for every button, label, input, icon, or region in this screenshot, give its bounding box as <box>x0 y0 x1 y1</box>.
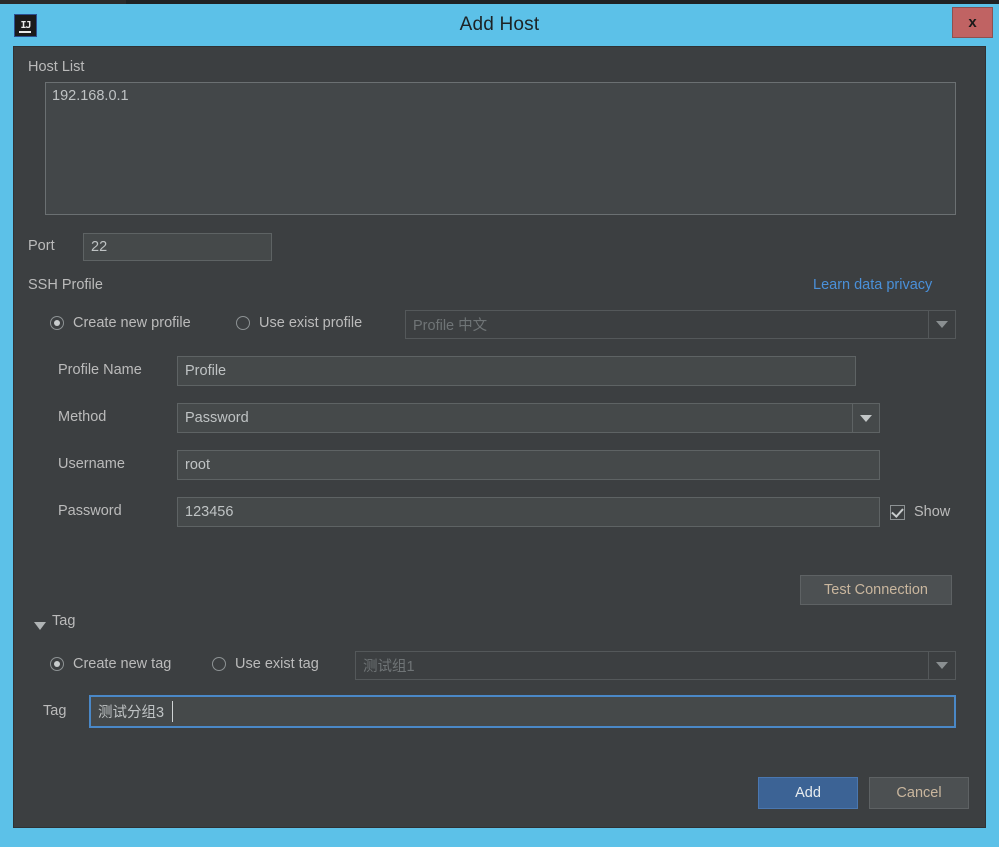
method-combo-value: Password <box>178 410 852 426</box>
radio-use-exist-tag[interactable]: Use exist tag <box>212 656 319 672</box>
method-combo[interactable]: Password <box>177 403 880 433</box>
close-icon[interactable]: x <box>952 7 993 38</box>
dialog-content: Host List 192.168.0.1 Port 22 SSH Profil… <box>13 46 986 828</box>
password-input[interactable]: 123456 <box>177 497 880 527</box>
chevron-down-icon[interactable] <box>852 404 879 432</box>
existing-tag-combo: 测试组1 <box>355 651 956 680</box>
password-label: Password <box>58 503 122 519</box>
port-label: Port <box>28 238 55 254</box>
show-password-label: Show <box>914 504 950 520</box>
tag-section-header: Tag <box>52 613 75 629</box>
existing-profile-combo-value: Profile 中文 <box>406 314 928 335</box>
profile-name-label: Profile Name <box>58 362 142 378</box>
cancel-button[interactable]: Cancel <box>869 777 969 809</box>
title-bar[interactable]: IJ Add Host x <box>0 4 999 46</box>
collapse-triangle-icon[interactable] <box>34 622 46 630</box>
radio-use-exist-profile-indicator[interactable] <box>236 316 250 330</box>
add-host-window: IJ Add Host x Host List 192.168.0.1 Port… <box>0 0 999 847</box>
tag-input[interactable]: 测试分组3 <box>89 695 956 728</box>
radio-use-exist-profile-label: Use exist profile <box>259 315 362 331</box>
test-connection-button[interactable]: Test Connection <box>800 575 952 605</box>
username-label: Username <box>58 456 125 472</box>
ssh-profile-label: SSH Profile <box>28 277 103 293</box>
profile-name-input[interactable]: Profile <box>177 356 856 386</box>
show-password-checkbox[interactable]: Show <box>890 504 950 520</box>
radio-create-new-profile-label: Create new profile <box>73 315 191 331</box>
chevron-down-icon <box>928 652 955 679</box>
radio-create-new-tag[interactable]: Create new tag <box>50 656 171 672</box>
window-title: Add Host <box>0 4 999 46</box>
radio-use-exist-tag-label: Use exist tag <box>235 656 319 672</box>
radio-create-new-profile[interactable]: Create new profile <box>50 315 191 331</box>
radio-create-new-tag-label: Create new tag <box>73 656 171 672</box>
add-button[interactable]: Add <box>758 777 858 809</box>
tag-input-label: Tag <box>43 703 66 719</box>
radio-create-new-profile-indicator[interactable] <box>50 316 64 330</box>
radio-use-exist-profile[interactable]: Use exist profile <box>236 315 362 331</box>
learn-data-privacy-link[interactable]: Learn data privacy <box>813 277 932 293</box>
radio-use-exist-tag-indicator[interactable] <box>212 657 226 671</box>
username-input[interactable]: root <box>177 450 880 480</box>
radio-create-new-tag-indicator[interactable] <box>50 657 64 671</box>
existing-profile-combo: Profile 中文 <box>405 310 956 339</box>
method-label: Method <box>58 409 106 425</box>
host-list-textarea[interactable]: 192.168.0.1 <box>45 82 956 215</box>
show-password-checkbox-indicator[interactable] <box>890 505 905 520</box>
host-list-label: Host List <box>28 59 84 75</box>
text-caret <box>172 701 173 722</box>
port-input[interactable]: 22 <box>83 233 272 261</box>
chevron-down-icon <box>928 311 955 338</box>
existing-tag-combo-value: 测试组1 <box>356 655 928 676</box>
